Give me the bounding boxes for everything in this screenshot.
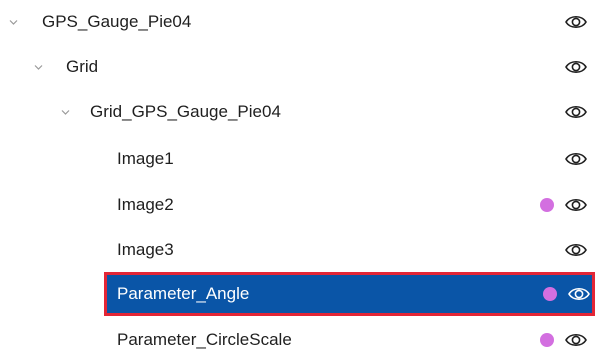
chevron-down-icon[interactable]	[9, 18, 18, 27]
layer-tree: GPS_Gauge_Pie04 Grid Grid_GPS_Gauge_Pie0…	[0, 0, 595, 352]
tree-item-label: Image3	[117, 240, 174, 259]
tree-item-image1[interactable]: Image1	[0, 137, 595, 181]
tree-item-parameter-angle[interactable]: Parameter_Angle	[104, 272, 595, 316]
tree-item-label: Grid	[66, 57, 99, 76]
tree-item-label: GPS_Gauge_Pie04	[42, 12, 192, 31]
eye-icon[interactable]	[564, 330, 588, 350]
tree-item-label: Parameter_CircleScale	[117, 330, 292, 349]
tree-item-gps-gauge-pie04[interactable]: GPS_Gauge_Pie04	[0, 0, 595, 44]
tree-item-image2[interactable]: Image2	[0, 183, 595, 227]
eye-icon[interactable]	[564, 102, 588, 122]
tree-item-parameter-circlescale[interactable]: Parameter_CircleScale	[0, 318, 595, 362]
status-dot-icon	[543, 287, 557, 301]
tree-item-label: Image2	[117, 195, 174, 214]
tree-item-label: Grid_GPS_Gauge_Pie04	[90, 102, 281, 121]
chevron-down-icon[interactable]	[34, 63, 43, 72]
eye-icon[interactable]	[564, 57, 588, 77]
tree-item-grid-gps-gauge-pie04[interactable]: Grid_GPS_Gauge_Pie04	[0, 90, 595, 134]
chevron-down-icon[interactable]	[61, 108, 70, 117]
eye-icon[interactable]	[567, 284, 591, 304]
status-dot-icon	[540, 333, 554, 347]
tree-item-grid[interactable]: Grid	[0, 45, 595, 89]
tree-item-label: Parameter_Angle	[117, 284, 250, 303]
eye-icon[interactable]	[564, 12, 588, 32]
eye-icon[interactable]	[564, 149, 588, 169]
eye-icon[interactable]	[564, 195, 588, 215]
tree-item-label: Image1	[117, 149, 174, 168]
eye-icon[interactable]	[564, 240, 588, 260]
tree-item-image3[interactable]: Image3	[0, 228, 595, 272]
status-dot-icon	[540, 198, 554, 212]
